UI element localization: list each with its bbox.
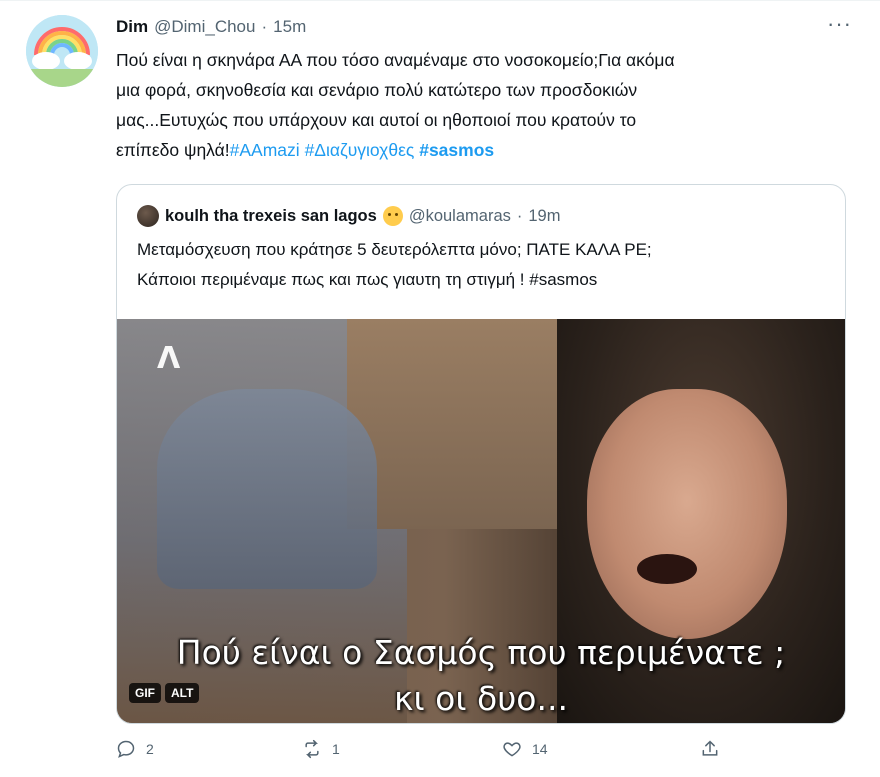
tweet-text: Πού είναι η σκηνάρα ΑΑ που τόσο αναμέναμ…: [116, 45, 856, 165]
tweet-text-segment: επίπεδο ψηλά!: [116, 140, 230, 160]
hashtag-link[interactable]: #AAmazi: [230, 140, 300, 160]
gif-caption-line: Πού είναι ο Σασμός που περιμένατε ;: [176, 633, 786, 672]
share-icon: [702, 740, 718, 756]
rainbow-cloud-avatar-image: [26, 15, 98, 87]
quoted-text-line: Μεταμόσχευση που κράτησε 5 δευτερόλεπτα …: [137, 240, 652, 259]
woozy-face-emoji-icon: [382, 206, 403, 226]
author-name[interactable]: Dim: [116, 17, 148, 37]
author-avatar[interactable]: [26, 15, 98, 87]
quoted-text-line: Κάποιοι περιμέναμε πως και πως γιαυτη τη…: [137, 270, 598, 289]
woman-face: [587, 389, 787, 639]
quoted-tweet-header: koulh tha trexeis san lagos @koulamaras …: [137, 205, 560, 227]
separator-dot: ·: [261, 17, 268, 36]
quoted-author-name[interactable]: koulh tha trexeis san lagos: [165, 207, 377, 226]
gif-media[interactable]: Λ Πού είναι ο Σασμός που περιμένατε ; κι…: [117, 319, 845, 723]
quoted-author-avatar[interactable]: [137, 205, 159, 227]
quoted-tweet-time[interactable]: 19m: [528, 207, 560, 226]
reply-count: 2: [146, 741, 154, 757]
tweet-text-line: μας...Ευτυχώς που υπάρχουν και αυτοί οι …: [116, 110, 637, 130]
hashtag-link[interactable]: #Διαζυγιοχθες: [305, 140, 415, 160]
reply-icon: [117, 740, 135, 758]
retweet-count: 1: [332, 741, 340, 757]
tweet-text-line: μια φορά, σκηνοθεσία και σενάριο πολύ κα…: [116, 80, 638, 100]
tweet-time[interactable]: 15m: [273, 17, 306, 37]
gif-caption-line: κι οι δυο...: [394, 679, 568, 718]
separator-dot: ·: [516, 206, 523, 225]
woman-mouth: [637, 554, 697, 584]
retweet-icon: [305, 739, 319, 759]
tweet-text-line: επίπεδο ψηλά!#AAmazi #Διαζυγιοχθες #sasm…: [116, 135, 856, 165]
author-handle[interactable]: @Dimi_Chou: [154, 17, 255, 37]
like-button[interactable]: 14: [502, 739, 548, 759]
more-options-icon[interactable]: ···: [827, 11, 852, 37]
alt-text-badge[interactable]: ALT: [165, 683, 200, 703]
retweet-button[interactable]: 1: [302, 739, 340, 759]
tweet-header: Dim @Dimi_Chou · 15m: [116, 15, 306, 39]
tweet-text-line: Πού είναι η σκηνάρα ΑΑ που τόσο αναμέναμ…: [116, 50, 675, 70]
tweet[interactable]: Dim @Dimi_Chou · 15m ··· Πού είναι η σκη…: [0, 0, 880, 777]
quoted-author-handle[interactable]: @koulamaras: [409, 207, 511, 226]
hashtag-link[interactable]: #sasmos: [419, 140, 494, 160]
tweet-actions: 2 1 14: [116, 739, 718, 769]
media-badges: GIF ALT: [129, 683, 200, 703]
like-count: 14: [532, 741, 548, 757]
quoted-tweet-text: Μεταμόσχευση που κράτησε 5 δευτερόλεπτα …: [137, 235, 827, 295]
quoted-tweet[interactable]: koulh tha trexeis san lagos @koulamaras …: [116, 184, 846, 724]
share-button[interactable]: [700, 739, 720, 759]
reply-button[interactable]: 2: [116, 739, 154, 759]
heart-icon: [503, 742, 521, 757]
blurred-person: [157, 389, 377, 589]
channel-logo: Λ: [157, 341, 181, 376]
gif-badge: GIF: [129, 683, 161, 703]
